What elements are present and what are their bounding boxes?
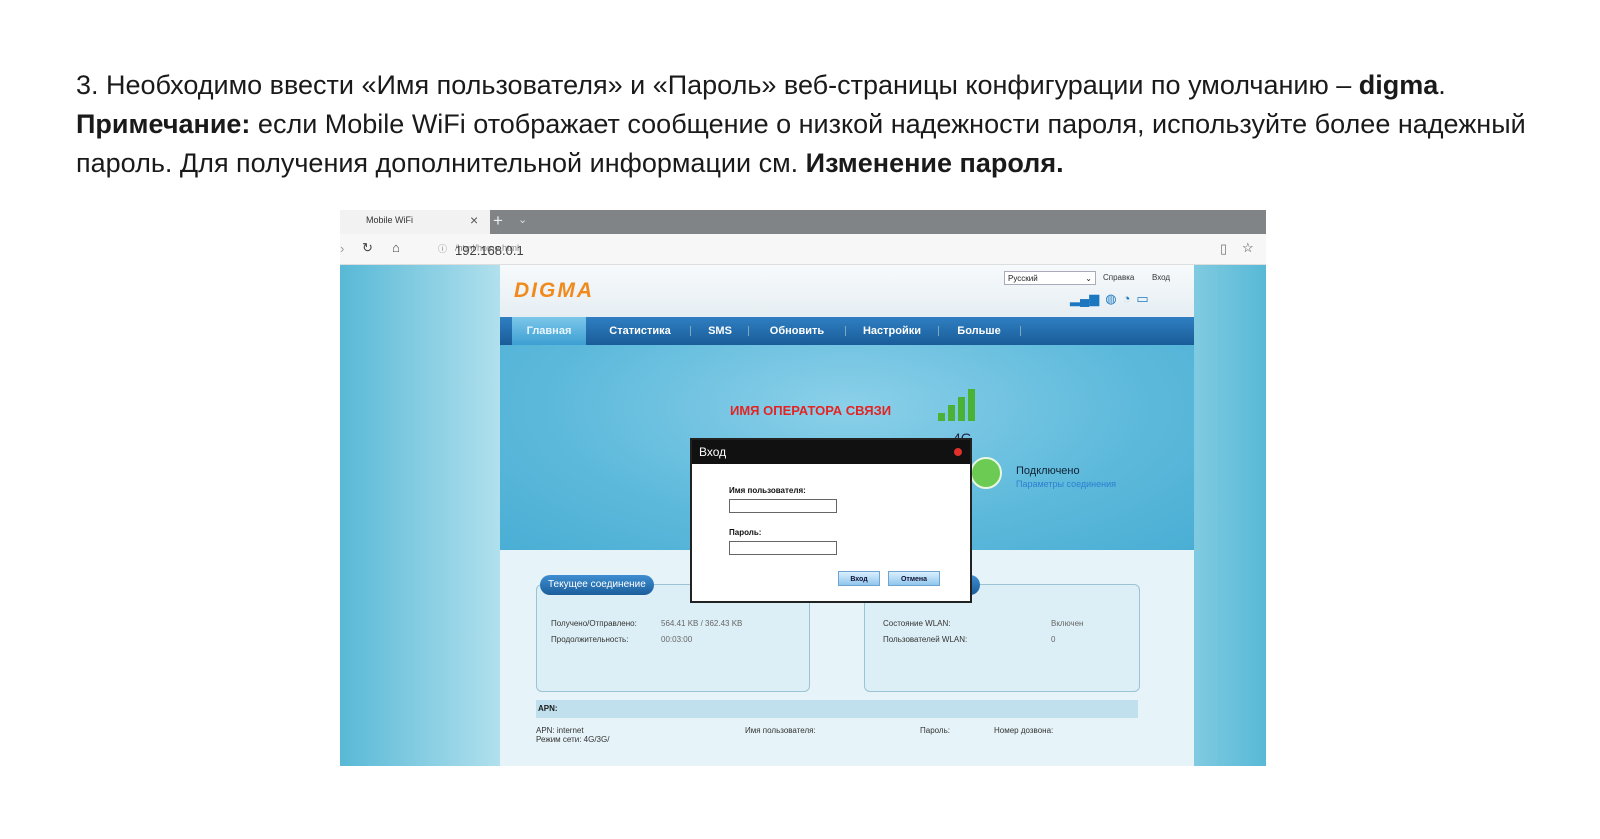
nav-separator (748, 326, 749, 336)
duration-label: Продолжительность: (551, 635, 629, 644)
wlan-users-value: 0 (1051, 635, 1056, 644)
wlan-status-value: Включен (1051, 619, 1084, 628)
signal-bar (938, 413, 945, 421)
digma-logo: DIGMA (514, 279, 594, 302)
step-end: . (1438, 70, 1446, 100)
nav-more[interactable]: Больше (946, 317, 1012, 345)
reading-view-icon[interactable]: ▯ (1220, 241, 1227, 257)
apn-username-label: Имя пользователя: (745, 726, 816, 735)
wlan-users-label: Пользователей WLAN: (883, 635, 968, 644)
browser-tab-bar: Mobile WiFi × + ⌄ (340, 210, 1266, 234)
help-link[interactable]: Справка (1103, 273, 1134, 282)
nav-separator (938, 326, 939, 336)
instruction-text: 3. Необходимо ввести «Имя пользователя» … (76, 66, 1576, 183)
operator-name: ИМЯ ОПЕРАТОРА СВЯЗИ (730, 403, 892, 418)
note-label: Примечание: (76, 109, 251, 139)
nav-separator (845, 326, 846, 336)
nav-settings[interactable]: Настройки (852, 317, 932, 345)
browser-screenshot: Mobile WiFi × + ⌄ › ↻ ⌂ ⓘ 192.168.0.1/ht… (340, 210, 1266, 766)
url-host: 192.168.0.1 (455, 243, 524, 258)
nav-update[interactable]: Обновить (756, 317, 838, 345)
battery-icon: ▭ (1136, 291, 1149, 306)
apn-title: APN: (536, 700, 1138, 718)
apn-value: APN: internet (536, 726, 584, 735)
dial-number-label: Номер дозвона: (994, 726, 1054, 735)
duration-value: 00:03:00 (661, 635, 693, 644)
forward-icon[interactable]: › (340, 241, 344, 256)
signal-bar (958, 397, 965, 421)
traffic-label: Получено/Отправлено: (551, 619, 637, 628)
chevron-down-icon: ⌄ (1085, 274, 1092, 283)
tab-title: Mobile WiFi (366, 215, 414, 225)
traffic-value: 564.41 KB / 362.43 KB (661, 619, 743, 628)
browser-tab[interactable]: Mobile WiFi × (340, 210, 490, 234)
nav-separator (690, 326, 691, 336)
current-connection-title: Текущее соединение (540, 575, 654, 595)
url-field[interactable]: 192.168.0.1/html/home.html (455, 243, 524, 258)
nav-separator (1020, 326, 1021, 336)
username-label: Имя пользователя: (729, 486, 806, 495)
login-button[interactable]: Вход (838, 571, 880, 586)
close-icon[interactable] (954, 448, 962, 456)
home-icon[interactable]: ⌂ (392, 240, 400, 255)
nav-home[interactable]: Главная (512, 317, 586, 345)
wifi-icon: ◔ (1122, 291, 1131, 306)
apn-password-label: Пароль: (920, 726, 950, 735)
login-dialog: Вход Имя пользователя: Пароль: Вход Отме… (690, 438, 972, 603)
language-value: Русский (1008, 274, 1038, 283)
nav-statistics[interactable]: Статистика (596, 317, 684, 345)
connection-status: Подключено (1016, 465, 1080, 477)
info-icon: ⓘ (438, 244, 448, 254)
new-tab-icon[interactable]: + (493, 211, 503, 231)
wlan-status-label: Состояние WLAN: (883, 619, 951, 628)
connection-settings-link[interactable]: Параметры соединения (1016, 479, 1116, 489)
step-text: 3. Необходимо ввести «Имя пользователя» … (76, 70, 1359, 100)
network-mode: Режим сети: 4G/3G/ (536, 735, 610, 744)
signal-icon: ▂▄▆ (1070, 291, 1100, 306)
default-credential: digma (1358, 70, 1439, 100)
close-tab-icon[interactable]: × (470, 212, 478, 228)
address-bar: › ↻ ⌂ ⓘ 192.168.0.1/html/home.html ▯ ☆ (340, 234, 1266, 265)
dialog-title: Вход (692, 440, 970, 464)
language-select[interactable]: Русский ⌄ (1004, 271, 1096, 285)
main-nav: Главная Статистика SMS Обновить Настройк… (500, 317, 1194, 345)
password-label: Пароль: (729, 528, 762, 537)
connection-toggle[interactable] (970, 457, 1002, 489)
nav-sms[interactable]: SMS (698, 317, 742, 345)
signal-bar (968, 389, 975, 421)
status-icons: ▂▄▆ ◍ ◔ ▭ (1070, 291, 1155, 307)
router-header: DIGMA Русский ⌄ Справка Вход ▂▄▆ ◍ ◔ ▭ (500, 265, 1194, 317)
globe-icon: ◍ (1105, 291, 1117, 306)
signal-bar (948, 405, 955, 421)
favorite-star-icon[interactable]: ☆ (1242, 240, 1254, 256)
login-link[interactable]: Вход (1152, 273, 1170, 282)
tab-list-chevron-icon[interactable]: ⌄ (518, 213, 527, 226)
refresh-icon[interactable]: ↻ (362, 240, 373, 256)
note-text: если Mobile WiFi отображает сообщение о … (76, 109, 1526, 178)
username-input[interactable] (729, 499, 837, 513)
cancel-button[interactable]: Отмена (888, 571, 940, 586)
change-password-reference: Изменение пароля. (805, 148, 1064, 178)
password-input[interactable] (729, 541, 837, 555)
